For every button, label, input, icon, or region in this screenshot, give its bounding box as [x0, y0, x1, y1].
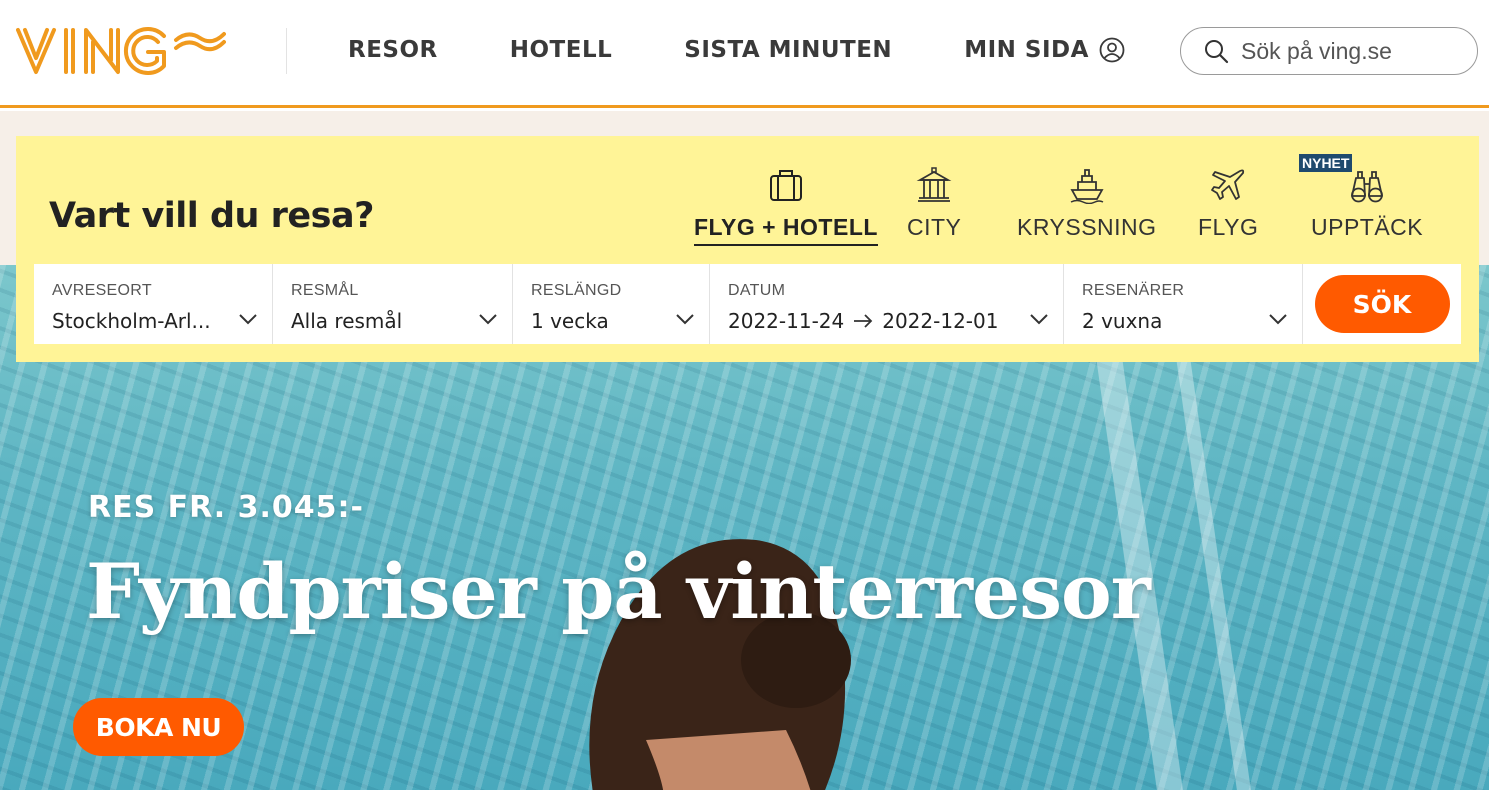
- nav-resor[interactable]: RESOR: [348, 37, 438, 63]
- tab-city[interactable]: CITY: [907, 160, 961, 246]
- new-badge: NYHET: [1299, 154, 1353, 172]
- nav-hotell-label: HOTELL: [509, 37, 613, 63]
- search-panel: Vart vill du resa? FLYG + HOTELL CITY KR…: [16, 136, 1479, 362]
- departure-select[interactable]: AVRESEORT Stockholm-Arl...: [34, 264, 273, 344]
- user-icon: [1099, 37, 1125, 63]
- travelers-label: RESENÄRER: [1082, 282, 1185, 299]
- site-header: RESOR HOTELL SISTA MINUTEN MIN SIDA: [0, 0, 1489, 108]
- departure-label: AVRESEORT: [52, 282, 152, 299]
- search-fields: AVRESEORT Stockholm-Arl... RESMÅL Alla r…: [34, 264, 1461, 344]
- binoculars-icon: [1351, 171, 1383, 203]
- book-now-button[interactable]: BOKA NU: [73, 698, 244, 756]
- hero-title: Fyndpriser på vinterresor: [86, 547, 1151, 636]
- tab-flyg-hotell[interactable]: FLYG + HOTELL: [694, 160, 878, 246]
- nav-min-sida[interactable]: MIN SIDA: [964, 37, 1125, 63]
- nav-hotell[interactable]: HOTELL: [510, 37, 613, 63]
- panel-title: Vart vill du resa?: [49, 196, 374, 236]
- destination-select[interactable]: RESMÅL Alla resmål: [273, 264, 513, 344]
- travelers-select[interactable]: RESENÄRER 2 vuxna: [1064, 264, 1303, 344]
- duration-label: RESLÄNGD: [531, 282, 622, 299]
- date-select[interactable]: DATUM 2022-11-24 2022-12-01: [710, 264, 1064, 344]
- tab-upptack-label: UPPTÄCK: [1311, 214, 1424, 240]
- nav-sista-minuten-label: SISTA MINUTEN: [684, 37, 893, 63]
- destination-label: RESMÅL: [291, 282, 359, 299]
- tab-city-label: CITY: [907, 214, 962, 240]
- tab-flyg-label: FLYG: [1198, 214, 1259, 240]
- ship-icon: [1070, 169, 1104, 204]
- tab-flyg[interactable]: FLYG: [1198, 160, 1258, 246]
- search-button-wrap: SÖK: [1303, 264, 1461, 344]
- building-icon: [916, 167, 952, 202]
- nav-sista-minuten[interactable]: SISTA MINUTEN: [684, 37, 892, 63]
- search-input[interactable]: [1241, 37, 1461, 65]
- chevron-down-icon: [1269, 314, 1287, 325]
- nav-resor-label: RESOR: [348, 37, 438, 63]
- search-icon: [1205, 40, 1229, 64]
- date-label: DATUM: [728, 282, 786, 299]
- main-nav: RESOR HOTELL SISTA MINUTEN MIN SIDA: [312, 30, 1161, 70]
- chevron-down-icon: [1030, 314, 1048, 325]
- ving-logo[interactable]: [16, 24, 226, 78]
- header-divider: [286, 28, 287, 74]
- date-range: 2022-11-24 2022-12-01: [728, 309, 1063, 333]
- tab-kryssning[interactable]: KRYSSNING: [1017, 160, 1157, 246]
- arrow-right-icon: [854, 314, 873, 328]
- date-from: 2022-11-24: [728, 309, 845, 333]
- search-button[interactable]: SÖK: [1314, 275, 1450, 333]
- nav-min-sida-label: MIN SIDA: [964, 37, 1089, 63]
- chevron-down-icon: [479, 314, 497, 325]
- tab-flyg-hotell-label: FLYG + HOTELL: [694, 214, 878, 246]
- hero-subtitle: RES FR. 3.045:-: [88, 490, 364, 525]
- site-search[interactable]: [1180, 27, 1478, 75]
- tab-kryssning-label: KRYSSNING: [1017, 214, 1157, 240]
- tab-upptack[interactable]: NYHET UPPTÄCK: [1299, 154, 1424, 246]
- date-to: 2022-12-01: [882, 309, 999, 333]
- airplane-icon: [1211, 169, 1245, 200]
- suitcase-icon: [769, 170, 802, 201]
- chevron-down-icon: [676, 314, 694, 325]
- chevron-down-icon: [239, 314, 257, 325]
- duration-select[interactable]: RESLÄNGD 1 vecka: [513, 264, 710, 344]
